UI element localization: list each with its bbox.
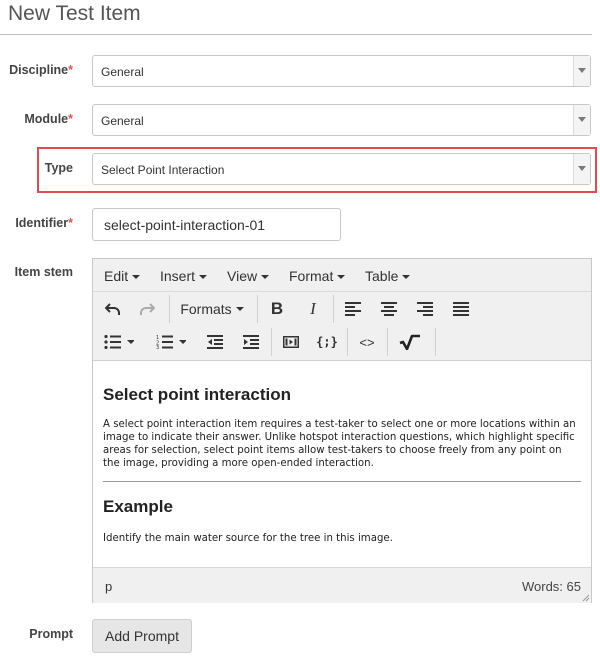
editor-toolbar: Formats B I 123 {;} <> [93, 292, 591, 361]
identifier-label: Identifier* [15, 216, 73, 230]
discipline-value: General [101, 65, 144, 79]
discipline-label: Discipline* [9, 63, 73, 77]
prompt-label: Prompt [29, 627, 73, 641]
module-label: Module* [24, 112, 73, 126]
menu-format[interactable]: Format [289, 268, 346, 284]
chevron-down-icon[interactable] [573, 105, 590, 135]
content-paragraph: A select point interaction item requires… [103, 419, 576, 469]
menu-view[interactable]: View [227, 268, 270, 284]
module-value: General [101, 114, 144, 128]
type-label: Type [44, 161, 73, 175]
module-select[interactable]: General [92, 104, 591, 136]
align-left-icon[interactable] [341, 297, 365, 321]
content-heading-example: Example [103, 497, 173, 516]
chevron-down-icon[interactable] [573, 56, 590, 86]
outdent-icon[interactable] [203, 330, 227, 354]
content-divider [103, 481, 581, 482]
align-center-icon[interactable] [377, 297, 401, 321]
add-prompt-button[interactable]: Add Prompt [92, 619, 192, 653]
editor-content-area[interactable]: Select point interaction A select point … [93, 361, 591, 566]
svg-text:3: 3 [156, 345, 159, 349]
align-right-icon[interactable] [413, 297, 437, 321]
element-path[interactable]: p [105, 579, 112, 594]
content-heading: Select point interaction [103, 385, 291, 404]
editor-menubar: Edit Insert View Format Table [93, 259, 591, 292]
menu-insert[interactable]: Insert [160, 268, 208, 284]
type-value: Select Point Interaction [101, 163, 225, 177]
discipline-select[interactable]: General [92, 55, 591, 87]
chevron-down-icon[interactable] [573, 154, 590, 184]
numbered-list-icon[interactable]: 123 [153, 330, 189, 354]
page-title: New Test Item [8, 2, 141, 25]
type-select[interactable]: Select Point Interaction [92, 153, 591, 185]
undo-icon[interactable] [101, 297, 125, 321]
title-divider [0, 34, 592, 35]
bullet-list-icon[interactable] [101, 330, 137, 354]
rich-text-editor: Edit Insert View Format Table Formats B … [92, 258, 592, 603]
menu-edit[interactable]: Edit [104, 268, 141, 284]
code-icon[interactable]: <> [355, 330, 379, 354]
word-count: Words: 65 [521, 579, 581, 594]
item-stem-label: Item stem [14, 265, 73, 279]
align-justify-icon[interactable] [449, 297, 473, 321]
italic-icon[interactable]: I [301, 297, 325, 321]
identifier-input[interactable]: select-point-interaction-01 [92, 208, 341, 241]
template-icon[interactable]: {;} [315, 330, 339, 354]
media-icon[interactable] [279, 330, 303, 354]
menu-table[interactable]: Table [365, 268, 411, 284]
math-icon[interactable] [395, 330, 425, 354]
formats-dropdown[interactable]: Formats [177, 297, 247, 321]
content-example-text: Identify the main water source for the t… [103, 533, 393, 544]
redo-icon[interactable] [135, 297, 159, 321]
resize-handle-icon[interactable] [582, 594, 590, 602]
editor-statusbar: p Words: 65 [93, 567, 591, 603]
bold-icon[interactable]: B [265, 297, 289, 321]
indent-icon[interactable] [239, 330, 263, 354]
